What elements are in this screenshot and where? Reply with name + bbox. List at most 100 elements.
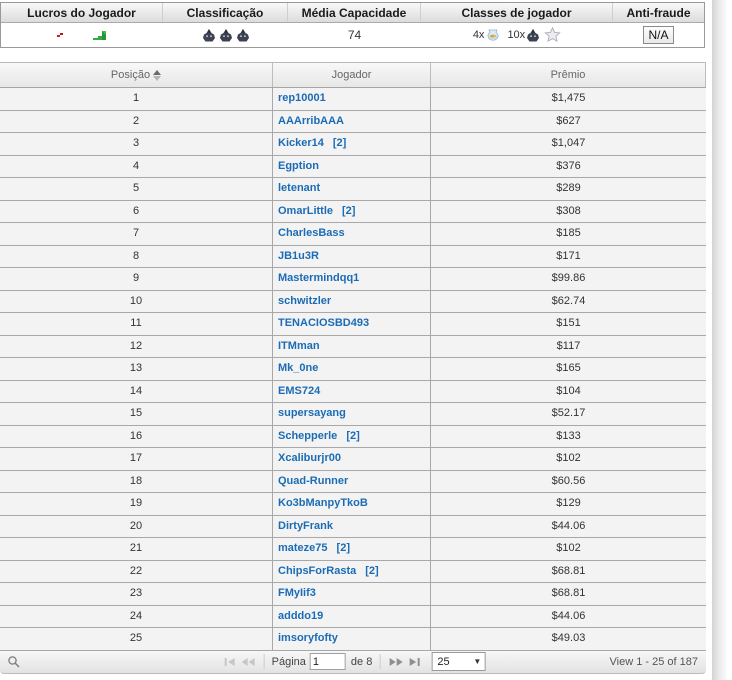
position-cell: 25 (0, 628, 273, 650)
player-link[interactable]: Ko3bManpyTkoB (278, 497, 368, 509)
table-row: 8 JB1u3R $171 (0, 245, 706, 268)
anti-fraude-button[interactable]: N/A (643, 26, 674, 44)
prev-page-button[interactable] (239, 654, 257, 670)
grid-header-row: Posição Jogador Prêmio (0, 62, 706, 88)
search-icon[interactable] (7, 655, 21, 669)
column-header-jogador[interactable]: Jogador (273, 63, 431, 87)
prize-cell: $99.86 (551, 272, 586, 284)
player-link[interactable]: EMS724 (278, 385, 320, 397)
player-link[interactable]: supersayang (278, 407, 346, 419)
table-row: 9 Mastermindqq1 $99.86 (0, 268, 706, 291)
prize-cell: $117 (556, 339, 581, 352)
player-link[interactable]: Xcaliburjr00 (278, 452, 341, 464)
page-number-input[interactable] (309, 653, 346, 670)
table-row: 23 FMyIif3 $68.81 (0, 583, 706, 606)
player-link[interactable]: Mk_0ne (278, 362, 318, 374)
media-capacidade-cell: 74 (288, 28, 421, 42)
shark-multiplier: 10x (507, 29, 526, 41)
player-link[interactable]: mateze75 (278, 542, 328, 554)
player-link[interactable]: TENACIOSBD493 (278, 317, 369, 329)
column-header-premio[interactable]: Prêmio (431, 63, 706, 87)
player-link[interactable]: DirtyFrank (278, 520, 333, 532)
player-link[interactable]: AAArribAAA (278, 115, 344, 127)
player-link[interactable]: CharlesBass (278, 227, 345, 239)
position-cell: 3 (0, 133, 273, 155)
page-label: Página (271, 655, 306, 668)
table-row: 17 Xcaliburjr00 $102 (0, 448, 706, 471)
player-link[interactable]: Egption (278, 160, 319, 172)
player-cell: Mastermindqq1 (273, 268, 431, 290)
player-link[interactable]: rep10001 (278, 92, 326, 104)
position-cell: 15 (0, 403, 273, 425)
position-cell: 20 (0, 515, 273, 537)
shark-icon (526, 28, 540, 42)
player-cell: Quad-Runner (273, 470, 431, 492)
table-row: 7 CharlesBass $185 (0, 223, 706, 246)
table-row: 11 TENACIOSBD493 $151 (0, 313, 706, 336)
table-row: 5 letenant $289 (0, 178, 706, 201)
player-cell: Xcaliburjr00 (273, 448, 431, 470)
column-header-posicao[interactable]: Posição (0, 63, 273, 87)
last-page-button[interactable] (405, 654, 423, 670)
player-link[interactable]: Mastermindqq1 (278, 272, 359, 284)
table-row: 13 Mk_0ne $165 (0, 358, 706, 381)
player-link[interactable]: imsoryfofty (278, 632, 338, 644)
player-cell: EMS724 (273, 380, 431, 402)
position-cell: 2 (0, 110, 273, 132)
prize-cell: $151 (556, 317, 581, 329)
player-cell: Kicker14 [2] (273, 133, 431, 155)
position-cell: 13 (0, 358, 273, 380)
prize-cell: $289 (556, 182, 581, 194)
page-size-value: 25 (437, 655, 450, 668)
table-row: 3 Kicker14 [2] $1,047 (0, 133, 706, 156)
player-cell: imsoryfofty (273, 628, 431, 650)
prize-cell: $171 (556, 249, 581, 262)
player-link[interactable]: letenant (278, 182, 320, 194)
player-cell: mateze75 [2] (273, 538, 431, 560)
classes-cell: 4x 10x (421, 27, 613, 43)
stats-col-classes: Classes de jogador (421, 3, 613, 22)
position-cell: 4 (0, 155, 273, 177)
player-link[interactable]: ITMman (278, 340, 320, 352)
player-cell: ITMman (273, 335, 431, 357)
player-link[interactable]: JB1u3R (278, 250, 319, 262)
player-link[interactable]: FMyIif3 (278, 587, 316, 599)
prize-cell: $102 (556, 452, 581, 464)
first-page-button[interactable] (221, 654, 239, 670)
player-link[interactable]: schwitzler (278, 295, 331, 307)
prize-cell: $102 (556, 542, 581, 554)
player-link[interactable]: ChipsForRasta (278, 565, 356, 577)
prize-cell: $44.06 (551, 519, 586, 532)
profit-sparkline-icon (92, 29, 107, 41)
view-range-text: View 1 - 25 of 187 (609, 655, 698, 668)
media-capacidade-value: 74 (347, 28, 362, 42)
player-link[interactable]: Kicker14 (278, 137, 324, 149)
table-row: 1 rep10001 $1,475 (0, 88, 706, 111)
player-link[interactable]: OmarLittle (278, 205, 333, 217)
player-cell: OmarLittle [2] (273, 200, 431, 222)
player-cell: AAArribAAA (273, 110, 431, 132)
position-cell: 23 (0, 583, 273, 605)
table-row: 12 ITMman $117 (0, 335, 706, 358)
player-tag: [2] (342, 204, 356, 217)
player-link[interactable]: Quad-Runner (278, 475, 348, 487)
player-link[interactable]: adddo19 (278, 610, 323, 622)
chevron-down-icon: ▼ (473, 657, 482, 666)
position-cell: 1 (0, 88, 273, 110)
panel-edge-shadow (712, 0, 727, 680)
fishbowl-icon (485, 29, 501, 41)
player-cell: JB1u3R (273, 245, 431, 267)
player-cell: TENACIOSBD493 (273, 313, 431, 335)
player-cell: Mk_0ne (273, 358, 431, 380)
prize-cell: $44.06 (551, 609, 586, 622)
position-cell: 19 (0, 493, 273, 515)
player-tag: [2] (346, 429, 360, 442)
prize-cell: $104 (556, 384, 581, 397)
player-stats-widget: Lucros do Jogador Classificação Média Ca… (0, 2, 705, 48)
player-cell: rep10001 (273, 88, 431, 110)
page-size-select[interactable]: 25 ▼ (431, 652, 486, 671)
shark-icon (219, 28, 233, 42)
player-link[interactable]: Schepperle (278, 430, 337, 442)
table-body: 1 rep10001 $1,475 2 AAArribAAA $627 3 Ki… (0, 88, 706, 651)
next-page-button[interactable] (387, 654, 405, 670)
